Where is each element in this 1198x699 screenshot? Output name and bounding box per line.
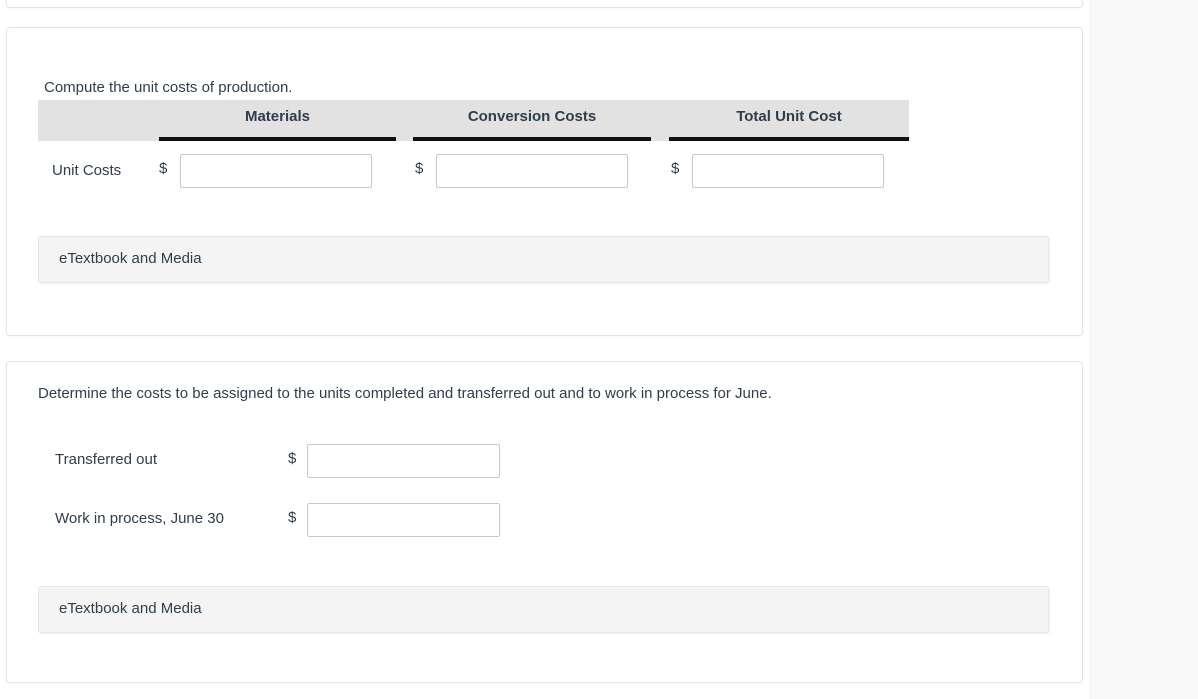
etextbook-and-media-label: eTextbook and Media — [59, 600, 202, 617]
previous-question-card — [6, 0, 1083, 8]
etextbook-and-media-bar[interactable]: eTextbook and Media — [38, 586, 1049, 633]
table-header-conversion-costs: Conversion Costs — [413, 100, 651, 141]
cost-assignment-card: Determine the costs to be assigned to th… — [6, 361, 1083, 683]
label-transferred-out: Transferred out — [55, 451, 157, 468]
question-page: Compute the unit costs of production. Ma… — [0, 0, 1198, 699]
unit-costs-table: Materials Conversion Costs Total Unit Co… — [38, 100, 909, 216]
work-in-process-june-30-input[interactable] — [307, 503, 500, 537]
transferred-out-input[interactable] — [307, 444, 500, 478]
table-header-blank — [38, 100, 159, 141]
materials-unit-cost-input[interactable] — [180, 154, 372, 188]
dollar-sign-icon: $ — [159, 160, 168, 177]
dollar-sign-icon: $ — [671, 160, 680, 177]
unit-costs-prompt: Compute the unit costs of production. — [44, 79, 293, 96]
label-work-in-process-june-30: Work in process, June 30 — [55, 510, 224, 527]
dollar-sign-icon: $ — [288, 509, 297, 526]
table-header-materials: Materials — [159, 100, 396, 141]
table-row: Unit Costs $ $ $ — [38, 141, 909, 216]
table-header-total-unit-cost: Total Unit Cost — [669, 100, 909, 141]
dollar-sign-icon: $ — [415, 160, 424, 177]
etextbook-and-media-label: eTextbook and Media — [59, 250, 202, 267]
row-label-unit-costs: Unit Costs — [52, 162, 122, 179]
conversion-costs-unit-cost-input[interactable] — [436, 154, 628, 188]
unit-costs-table-header-row: Materials Conversion Costs Total Unit Co… — [38, 100, 909, 141]
etextbook-and-media-bar[interactable]: eTextbook and Media — [38, 236, 1049, 283]
unit-costs-card: Compute the unit costs of production. Ma… — [6, 27, 1083, 336]
dollar-sign-icon: $ — [288, 450, 297, 467]
total-unit-cost-input[interactable] — [692, 154, 884, 188]
cost-assignment-prompt: Determine the costs to be assigned to th… — [38, 385, 772, 402]
